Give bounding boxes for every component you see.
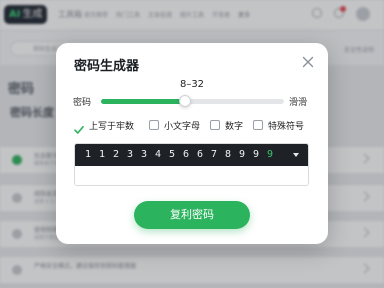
password-output[interactable]: 11233456678999 [74, 143, 309, 186]
slider-thumb[interactable] [178, 95, 191, 107]
chevron-down-icon[interactable] [293, 153, 299, 157]
password-char: 1 [99, 149, 106, 160]
password-char: 9 [267, 149, 274, 160]
password-field[interactable] [75, 166, 308, 185]
password-char: 2 [113, 149, 120, 160]
close-icon[interactable] [302, 56, 314, 68]
generated-password-bar: 11233456678999 [75, 144, 308, 166]
password-char: 6 [183, 149, 190, 160]
password-char: 5 [169, 149, 176, 160]
password-char: 1 [85, 149, 92, 160]
slider-right-label: 滑滑 [289, 98, 308, 108]
checkbox[interactable] [149, 120, 159, 130]
password-char: 6 [197, 149, 204, 160]
checkbox[interactable] [253, 120, 263, 130]
password-char: 7 [211, 149, 218, 160]
option-lowercase[interactable]: 小文字母 [149, 118, 200, 132]
option-uppercase[interactable]: 上写于牢数 [74, 118, 135, 134]
length-slider[interactable] [101, 95, 284, 107]
slider-left-label: 密码 [73, 98, 92, 108]
option-digits[interactable]: 数字 [210, 118, 243, 132]
checkbox[interactable] [210, 120, 220, 130]
option-label: 上写于牢数 [89, 121, 135, 132]
dialog-title: 密码生成器 [74, 59, 140, 74]
check-icon[interactable] [74, 120, 84, 134]
password-char: 9 [239, 149, 246, 160]
option-label: 数字 [225, 121, 244, 132]
password-char: 4 [155, 149, 162, 160]
password-char: 8 [225, 149, 232, 160]
password-char: 3 [127, 149, 134, 160]
password-generator-dialog: 密码生成器 8–32 密码 滑滑 上写于牢数 小文字母 数字 特殊符号 1123… [56, 43, 328, 244]
option-symbols[interactable]: 特殊符号 [253, 118, 304, 132]
option-label: 小文字母 [164, 121, 201, 132]
slider-fill [101, 99, 185, 104]
password-char: 3 [141, 149, 148, 160]
copy-password-button[interactable]: 复利密码 [134, 201, 250, 229]
option-label: 特殊符号 [268, 121, 305, 132]
password-char: 9 [253, 149, 260, 160]
length-range-label: 8–32 [179, 79, 205, 90]
